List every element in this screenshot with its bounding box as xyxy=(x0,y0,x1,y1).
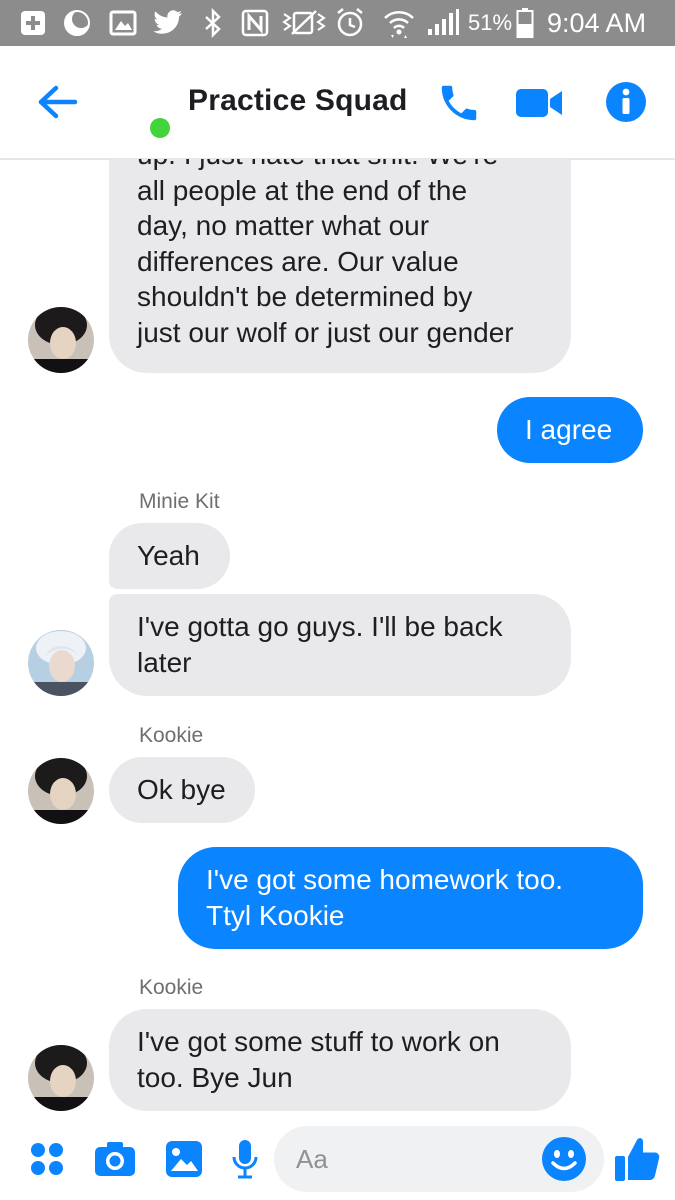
voice-clip-button[interactable] xyxy=(224,1133,266,1185)
message-line: day, no matter what our xyxy=(137,210,430,241)
battery-percent: 51% xyxy=(468,10,513,35)
camera-icon xyxy=(95,1142,135,1176)
avatar-kookie[interactable] xyxy=(28,307,94,373)
message-bubble-incoming[interactable]: I've got some stuff to work on too. Bye … xyxy=(109,1009,571,1111)
phone-icon xyxy=(441,85,477,121)
message-line: I've got some homework too. xyxy=(206,864,564,895)
message-line: just our wolf or just our gender xyxy=(137,316,514,348)
message-line: I agree xyxy=(525,414,613,445)
message-line: differences are. Our value xyxy=(137,245,459,277)
composer-bar xyxy=(0,1119,675,1200)
sender-name: Kookie xyxy=(139,724,204,747)
nfc-icon xyxy=(240,0,270,46)
message-bubble-outgoing[interactable]: I agree xyxy=(497,397,643,463)
message-bubble-incoming[interactable]: Ok bye xyxy=(109,757,255,823)
message-line: too. Bye Jun xyxy=(137,1061,293,1093)
like-button[interactable] xyxy=(610,1129,664,1189)
voice-call-button[interactable] xyxy=(432,76,486,130)
avatar-minie-kit[interactable] xyxy=(28,630,94,696)
message-bubble-incoming[interactable]: up. I just hate that shit. We're all peo… xyxy=(109,159,571,373)
microphone-icon xyxy=(232,1140,258,1179)
info-icon xyxy=(606,82,646,122)
conversation-header: Practice Squad xyxy=(0,46,675,160)
message-line: Ttyl Kookie xyxy=(206,899,345,931)
online-status-indicator xyxy=(150,118,170,138)
message-thread[interactable]: up. I just hate that shit. We're all peo… xyxy=(0,159,675,1119)
message-line: up. I just hate that shit. We're xyxy=(137,159,543,173)
twitter-icon xyxy=(152,0,184,46)
message-bubble-incoming[interactable]: I've gotta go guys. I'll be back later xyxy=(109,594,571,696)
message-line: I've gotta go guys. I'll be back xyxy=(137,611,503,642)
more-apps-button[interactable] xyxy=(24,1133,70,1185)
message-line: I've got some stuff to work on xyxy=(137,1026,500,1057)
bluetooth-icon xyxy=(202,0,224,46)
sender-name: Minie Kit xyxy=(139,490,220,513)
message-line: shouldn't be determined by xyxy=(137,281,473,312)
avatar-kookie[interactable] xyxy=(28,758,94,824)
sender-name: Kookie xyxy=(139,976,204,999)
apps-grid-icon xyxy=(31,1143,63,1175)
conversation-title[interactable]: Practice Squad xyxy=(188,84,408,118)
plus-box-icon xyxy=(18,0,48,46)
thumbs-up-icon xyxy=(615,1138,660,1181)
back-button[interactable] xyxy=(28,76,88,128)
wifi-icon xyxy=(382,0,416,46)
image-icon xyxy=(108,0,138,46)
message-bubble-outgoing[interactable]: I've got some homework too. Ttyl Kookie xyxy=(178,847,643,949)
gallery-button[interactable] xyxy=(160,1133,208,1185)
avatar-kookie[interactable] xyxy=(28,1045,94,1111)
video-camera-icon xyxy=(516,89,562,117)
signal-icon xyxy=(424,0,460,46)
battery-icon xyxy=(516,0,534,46)
message-line: Ok bye xyxy=(137,774,226,805)
alarm-icon xyxy=(334,0,366,46)
video-call-button[interactable] xyxy=(510,76,568,130)
message-line: Yeah xyxy=(137,540,200,571)
mute-icon xyxy=(280,0,328,46)
emoji-icon xyxy=(542,1137,586,1181)
moon-icon xyxy=(62,0,92,46)
message-bubble-incoming[interactable]: Yeah xyxy=(109,523,230,589)
camera-button[interactable] xyxy=(90,1133,140,1185)
clock: 9:04 AM xyxy=(547,7,647,38)
back-arrow-icon xyxy=(38,85,78,119)
emoji-button[interactable] xyxy=(538,1133,590,1185)
message-line: all people at the end of the xyxy=(137,174,468,206)
message-line: later xyxy=(137,646,192,678)
gallery-icon xyxy=(166,1141,202,1177)
status-bar: 51% 9:04 AM xyxy=(0,0,675,46)
conversation-info-button[interactable] xyxy=(598,74,654,130)
